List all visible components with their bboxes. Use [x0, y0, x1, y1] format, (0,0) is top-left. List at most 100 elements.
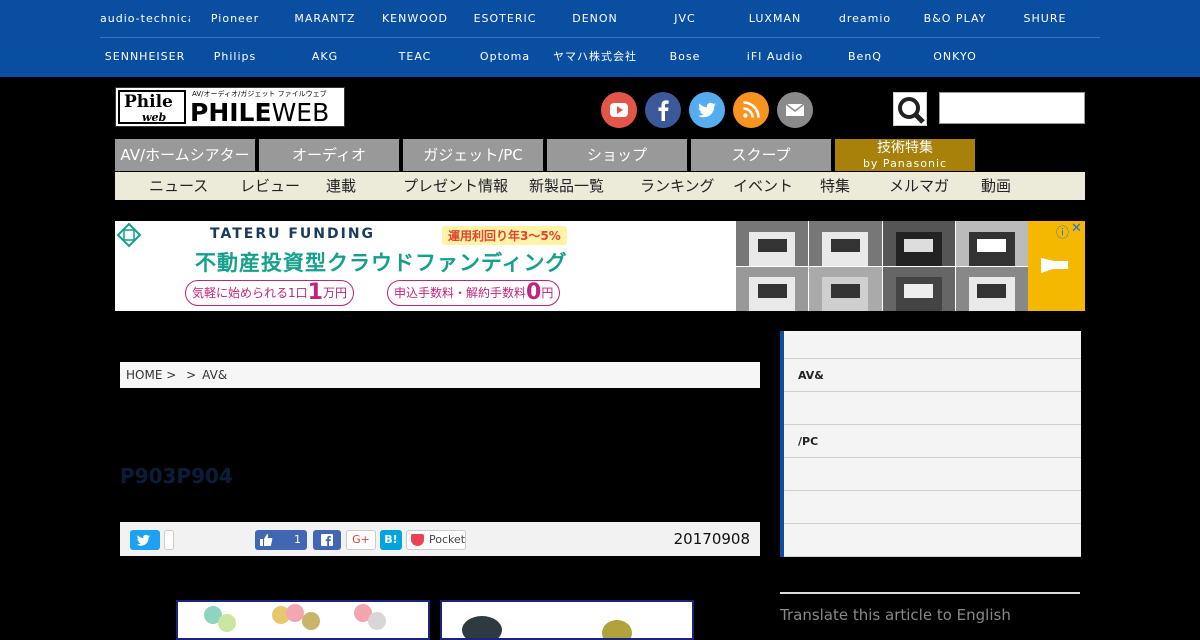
brand-link[interactable]: BenQ	[820, 38, 910, 76]
subnav-ranking[interactable]: ランキング	[640, 172, 715, 200]
subnav-video[interactable]: 動画	[981, 172, 1011, 200]
ad-brand-icon	[116, 222, 142, 248]
brand-link[interactable]: DENON	[550, 0, 640, 37]
brand-link[interactable]: ESOTERIC	[460, 0, 550, 37]
facebook-icon	[321, 534, 333, 546]
ad-banner[interactable]: TATERU FUNDING 運用利回り年3〜5% 不動産投資型クラウドファンデ…	[115, 221, 1085, 311]
brand-link[interactable]: AKG	[280, 38, 370, 76]
brand-link[interactable]: Bose	[640, 38, 730, 76]
brand-link[interactable]: Philips	[190, 38, 280, 76]
breadcrumb-home[interactable]: HOME >	[126, 368, 176, 382]
ad-info-icon[interactable]: ⓘ	[1056, 222, 1069, 241]
earbud-image	[368, 612, 386, 630]
sub-nav: ニュース レビュー 連載 プレゼント情報 新製品一覧 ランキング イベント 特集…	[115, 172, 1085, 200]
brand-link[interactable]: ヤマハ株式会社	[550, 38, 640, 76]
twitter-share-button[interactable]	[130, 530, 160, 550]
search-button[interactable]	[893, 92, 927, 126]
breadcrumb-current[interactable]: AV&	[202, 368, 227, 382]
ad-pill-fees: 申込手数料・解約手数料0円	[387, 280, 561, 306]
youtube-icon[interactable]	[601, 92, 637, 128]
sidebar-item[interactable]	[784, 524, 1081, 557]
search-input[interactable]	[939, 92, 1085, 124]
hatena-bookmark-button[interactable]: B!	[380, 530, 402, 550]
main-nav: AV/ホームシアター オーディオ ガジェット/PC ショップ スクープ 技術特集…	[115, 139, 1085, 171]
tab-tech-feature-sponsor: by Panasonic	[862, 157, 948, 170]
brand-link[interactable]: Optoma	[460, 38, 550, 76]
tab-tech-feature-title: 技術特集	[877, 140, 933, 156]
ad-company: TATERU FUNDING	[210, 226, 376, 242]
ad-building-photo	[882, 221, 955, 266]
sidebar-item[interactable]	[784, 392, 1081, 425]
thumbs-up-icon	[260, 534, 273, 546]
brand-link[interactable]: B&O PLAY	[910, 0, 1000, 37]
article-image[interactable]	[176, 600, 430, 640]
brand-link[interactable]: KENWOOD	[370, 0, 460, 37]
breadcrumb-separator: >	[186, 368, 197, 382]
ad-building-photo	[736, 221, 809, 266]
ad-pill2-text: 申込手数料・解約手数料	[394, 286, 527, 300]
subnav-news[interactable]: ニュース	[149, 172, 208, 200]
ad-pill1-text: 気軽に始められる1口	[192, 286, 308, 300]
like-count: 1	[294, 533, 301, 546]
tab-gadget-pc[interactable]: ガジェット/PC	[403, 139, 543, 171]
search-icon	[898, 97, 925, 124]
brand-link[interactable]: MARANTZ	[280, 0, 370, 37]
tab-av-home-theater[interactable]: AV/ホームシアター	[115, 139, 255, 171]
subnav-review[interactable]: レビュー	[240, 172, 300, 200]
brand-link[interactable]: ONKYO	[910, 38, 1000, 76]
brand-link[interactable]: SENNHEISER	[100, 38, 190, 76]
subnav-feature[interactable]: 特集	[820, 172, 850, 200]
sidebar-item[interactable]	[784, 458, 1081, 491]
brand-link[interactable]: dreamio	[820, 0, 910, 37]
facebook-share-button[interactable]	[313, 530, 341, 550]
article-date: 20170908	[673, 530, 750, 548]
facebook-like-button[interactable]: 1	[255, 530, 307, 550]
ad-yield: 運用利回り年3〜5%	[442, 226, 567, 245]
article-image[interactable]	[440, 600, 694, 640]
pocket-button[interactable]: Pocket	[406, 530, 466, 550]
brand-link[interactable]: LUXMAN	[730, 0, 820, 37]
ad-pill-min-investment: 気軽に始められる1口1万円	[185, 280, 354, 306]
logo-word-bold: PHILE	[190, 98, 272, 127]
sidebar-item[interactable]	[784, 491, 1081, 524]
tab-scoop[interactable]: スクープ	[691, 139, 831, 171]
google-plus-share-button[interactable]: G+	[346, 530, 376, 550]
ad-pill2-num: 0	[526, 280, 542, 305]
twitter-icon	[136, 534, 150, 546]
ad-building-photo	[955, 266, 1028, 311]
earbud-image	[462, 616, 502, 638]
tab-shop[interactable]: ショップ	[547, 139, 687, 171]
site-logo[interactable]: Phile web AV/オーディオ/ガジェット ファイルウェブ PHILEWE…	[115, 87, 345, 127]
subnav-event[interactable]: イベント	[733, 172, 793, 200]
ad-close-icon[interactable]: ✕	[1071, 221, 1082, 236]
ad-building-photo	[809, 221, 882, 266]
rss-icon[interactable]	[733, 92, 769, 128]
subnav-mailmag[interactable]: メルマガ	[889, 172, 949, 200]
subnav-present[interactable]: プレゼント情報	[403, 172, 508, 200]
breadcrumb: HOME > > AV&	[120, 362, 760, 388]
sidebar-menu: AV& /PC	[780, 331, 1081, 557]
divider	[780, 592, 1080, 594]
brand-link[interactable]: audio-technica	[100, 0, 190, 37]
sidebar-item[interactable]	[784, 331, 1081, 359]
brand-link[interactable]: TEAC	[370, 38, 460, 76]
brand-link[interactable]: JVC	[640, 0, 730, 37]
subnav-new-products[interactable]: 新製品一覧	[529, 172, 604, 200]
brand-link[interactable]: Pioneer	[190, 0, 280, 37]
subnav-series[interactable]: 連載	[326, 172, 356, 200]
mail-icon[interactable]	[777, 92, 813, 128]
sidebar-item-pc[interactable]: /PC	[784, 425, 1081, 458]
share-bar: 1 G+ B! Pocket 20170908	[120, 522, 760, 556]
twitter-share-count	[164, 530, 174, 550]
facebook-icon[interactable]	[645, 92, 681, 128]
brand-link[interactable]: SHURE	[1000, 0, 1090, 37]
logo-badge-top: Phile	[124, 92, 173, 112]
tab-tech-feature[interactable]: 技術特集 by Panasonic	[835, 139, 975, 171]
ad-pill1-unit: 万円	[322, 286, 347, 300]
sidebar-item-av[interactable]: AV&	[784, 359, 1081, 392]
brand-link[interactable]: iFI Audio	[730, 38, 820, 76]
translate-link[interactable]: Translate this article to English	[780, 606, 1011, 624]
logo-wordmark: PHILEWEB	[190, 98, 329, 127]
tab-audio[interactable]: オーディオ	[259, 139, 399, 171]
twitter-icon[interactable]	[689, 92, 725, 128]
